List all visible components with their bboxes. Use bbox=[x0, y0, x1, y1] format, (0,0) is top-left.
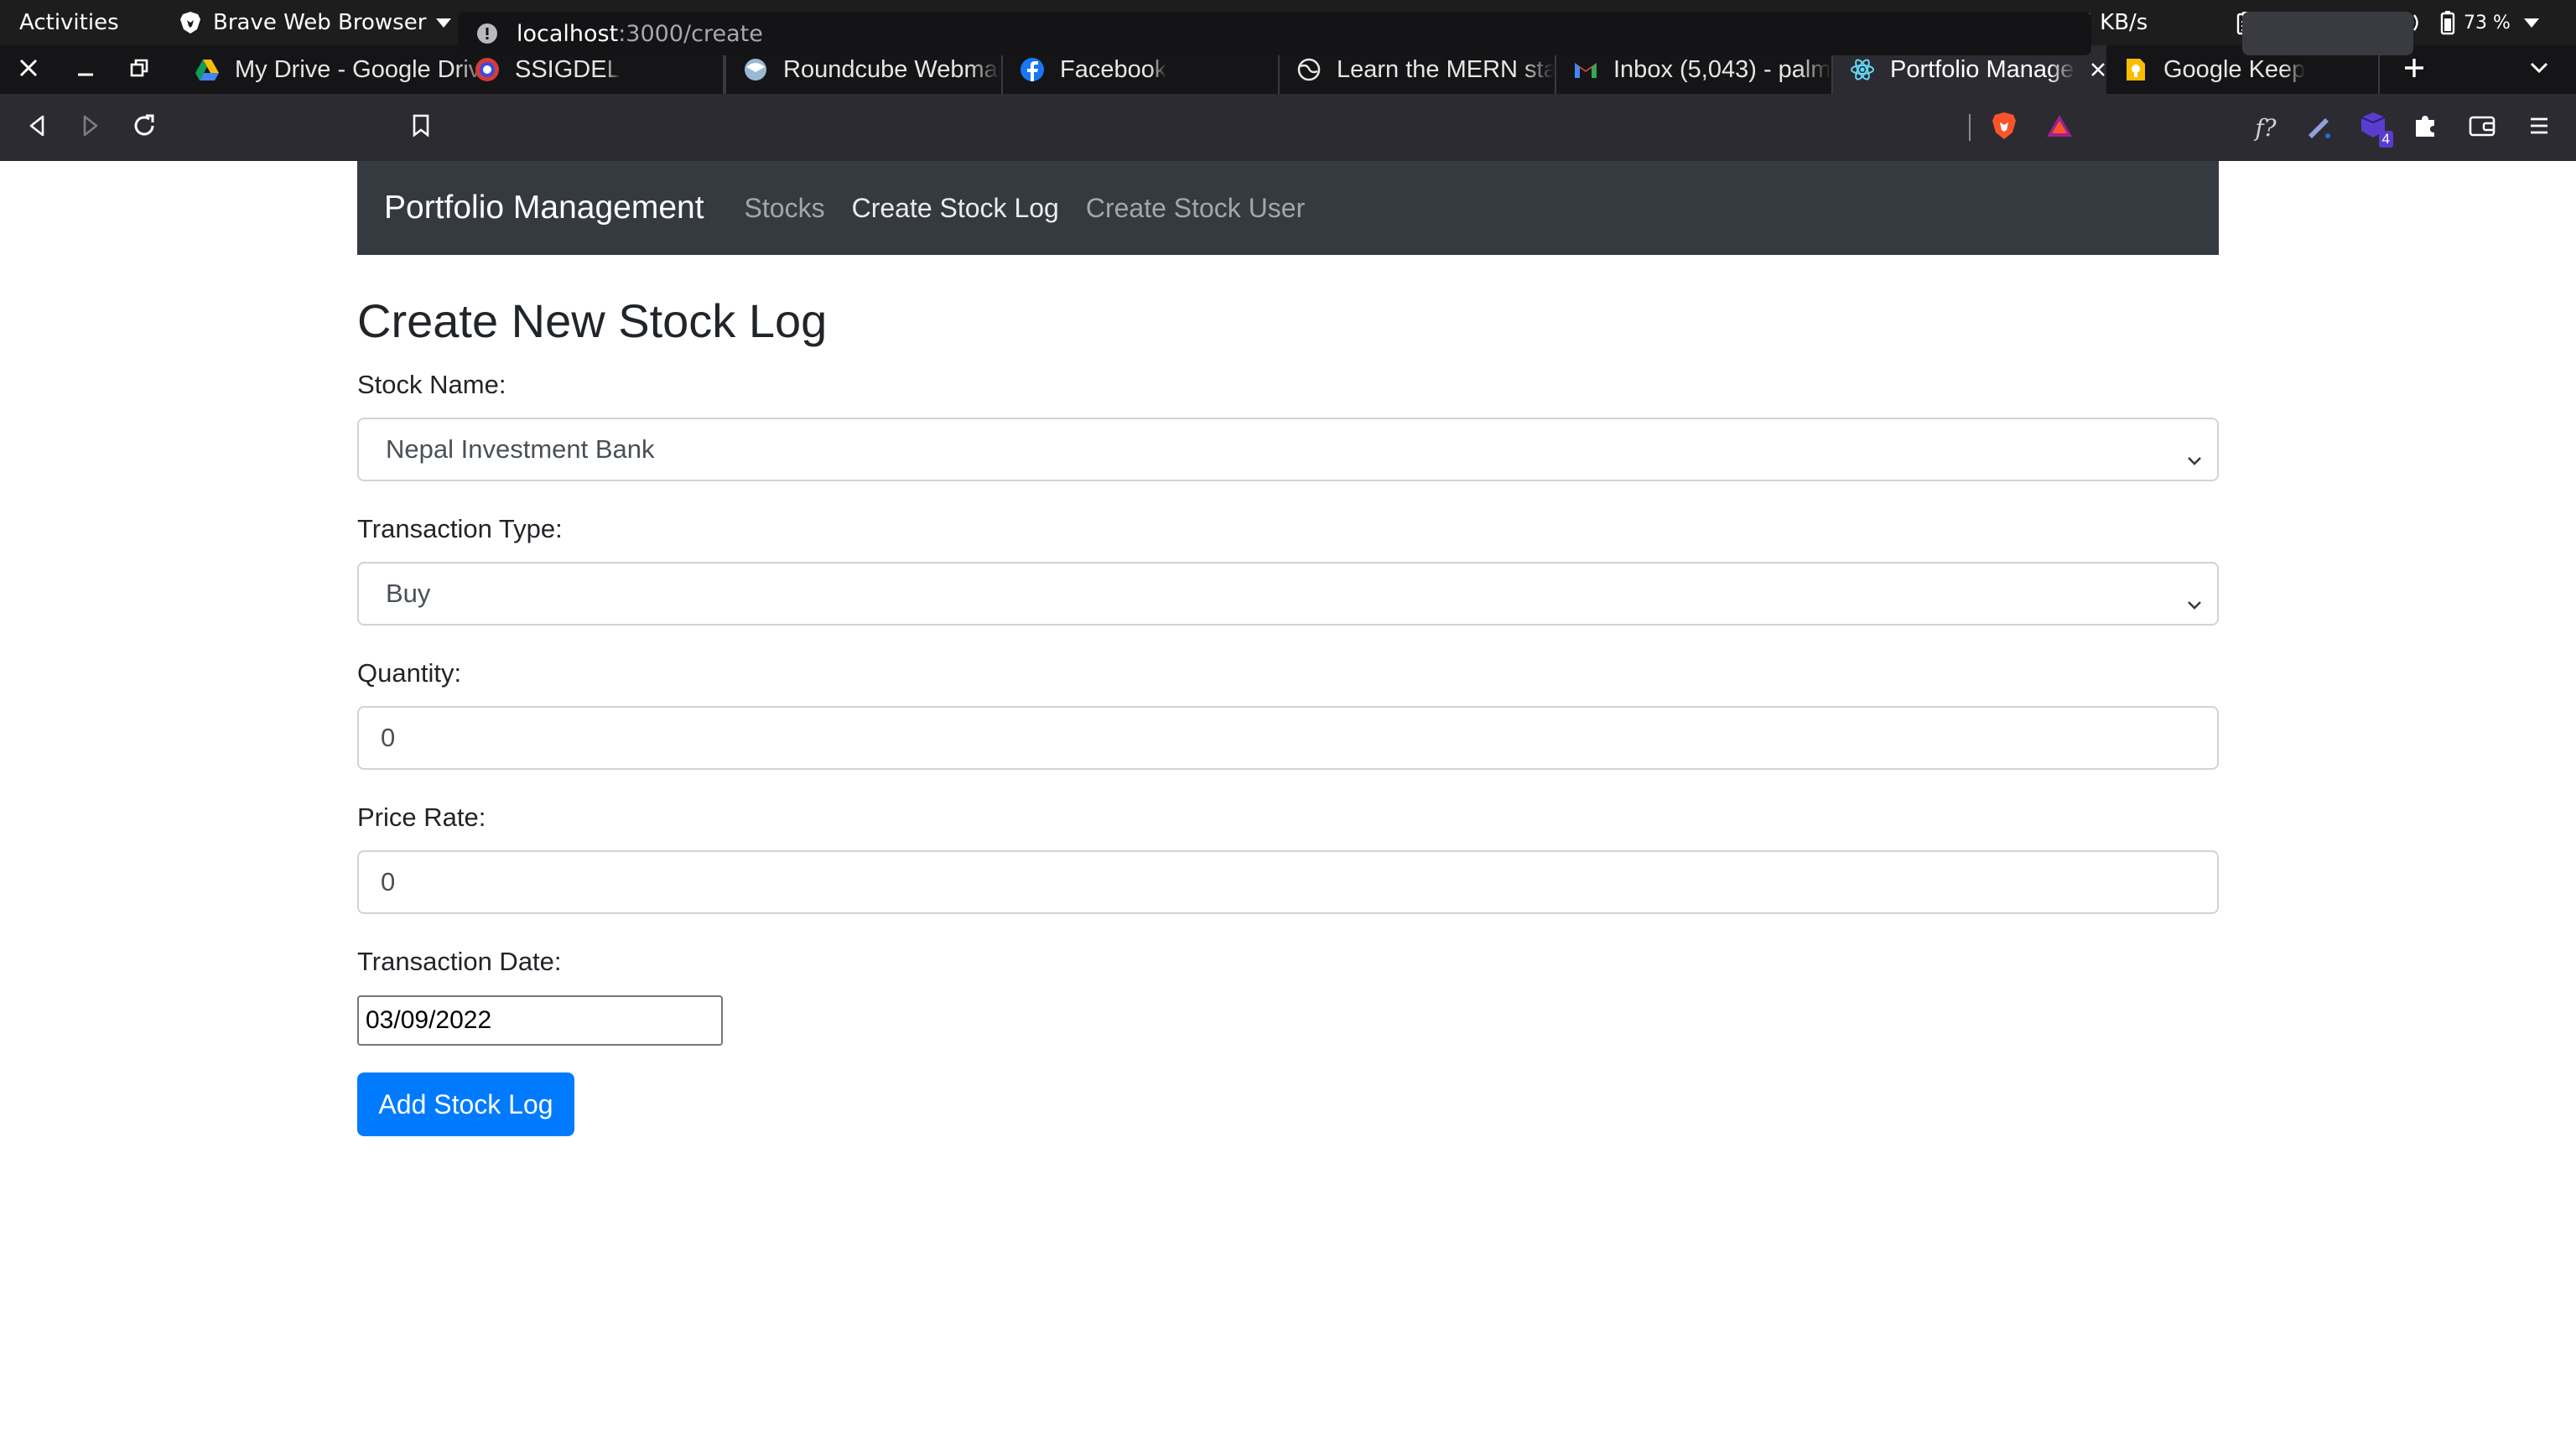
bookmark-icon bbox=[412, 114, 430, 142]
globe-icon bbox=[1296, 57, 1322, 82]
pen-icon bbox=[2305, 112, 2334, 144]
url-path: :3000/create bbox=[618, 20, 763, 47]
close-icon bbox=[2091, 63, 2105, 76]
formula-extension-button[interactable]: f? bbox=[2249, 94, 2283, 161]
back-arrow-icon bbox=[28, 115, 46, 141]
brave-lion-icon bbox=[179, 11, 201, 34]
site-info-icon[interactable] bbox=[476, 23, 498, 44]
address-divider bbox=[1969, 114, 1971, 141]
stock-name-label: Stock Name: bbox=[357, 370, 506, 399]
brave-rewards-icon bbox=[2045, 113, 2074, 143]
extensions-group bbox=[2242, 12, 2413, 55]
restore-icon bbox=[129, 58, 149, 82]
address-bar[interactable]: localhost:3000/create bbox=[458, 12, 2091, 55]
puzzle-icon bbox=[2412, 113, 2438, 143]
price-rate-input[interactable]: 0 bbox=[357, 850, 2219, 914]
brave-shields-icon bbox=[1992, 112, 2017, 144]
forward-button[interactable] bbox=[72, 94, 109, 161]
stock-name-select[interactable]: Nepal Investment Bank bbox=[357, 418, 2219, 481]
quantity-label: Quantity: bbox=[357, 658, 462, 688]
tab-title: Google Keep bbox=[2163, 55, 2306, 83]
gmail-icon bbox=[1573, 57, 1598, 82]
nav-link-create-stock-log[interactable]: Create Stock Log bbox=[852, 193, 1059, 224]
restore-window-button[interactable] bbox=[122, 45, 156, 94]
navbar-brand[interactable]: Portfolio Management bbox=[384, 190, 704, 226]
badge-extension-button[interactable]: 4 bbox=[2356, 94, 2393, 161]
stock-name-value: Nepal Investment Bank bbox=[386, 434, 655, 464]
react-icon bbox=[1850, 57, 1875, 82]
page-title: Create New Stock Log bbox=[357, 294, 828, 347]
battery-percent: 73 % bbox=[2464, 12, 2511, 34]
bookmark-button[interactable] bbox=[404, 94, 438, 161]
tab-search-button[interactable] bbox=[2524, 45, 2554, 94]
back-button[interactable] bbox=[18, 94, 55, 161]
close-icon bbox=[18, 58, 39, 82]
pen-extension-button[interactable] bbox=[2303, 94, 2336, 161]
chevron-down-icon bbox=[2187, 443, 2202, 473]
extensions-menu-button[interactable] bbox=[2408, 94, 2442, 161]
transaction-type-select[interactable]: Buy bbox=[357, 562, 2219, 626]
plus-icon bbox=[2403, 57, 2425, 83]
price-rate-label: Price Rate: bbox=[357, 802, 486, 832]
reload-button[interactable] bbox=[126, 94, 163, 161]
tab-title: Learn the MERN stack bbox=[1337, 55, 1555, 83]
reload-icon bbox=[132, 113, 157, 143]
wallet-button[interactable] bbox=[2465, 94, 2499, 161]
transaction-type-label: Transaction Type: bbox=[357, 514, 563, 543]
quantity-value: 0 bbox=[381, 723, 396, 752]
transaction-date-value: 03/09/2022 bbox=[366, 1006, 492, 1034]
transaction-date-input[interactable]: 03/09/2022 bbox=[357, 995, 723, 1046]
tab-title: SSIGDEL bbox=[515, 55, 621, 83]
minimize-window-button[interactable] bbox=[69, 45, 102, 94]
ssigdel-icon bbox=[475, 57, 500, 82]
quantity-input[interactable]: 0 bbox=[357, 706, 2219, 770]
function-icon: f? bbox=[2255, 113, 2277, 142]
tab-title: Portfolio Management bbox=[1890, 55, 2076, 83]
app-menu[interactable]: Brave Web Browser bbox=[179, 0, 452, 45]
price-rate-value: 0 bbox=[381, 867, 396, 896]
nav-link-stocks[interactable]: Stocks bbox=[745, 193, 825, 224]
transaction-date-label: Transaction Date: bbox=[357, 947, 562, 976]
google-drive-icon bbox=[195, 57, 220, 82]
hamburger-menu-icon bbox=[2528, 116, 2550, 140]
nav-link-create-stock-user[interactable]: Create Stock User bbox=[1086, 193, 1305, 224]
tab-close-button[interactable] bbox=[2090, 61, 2106, 78]
brave-rewards-button[interactable] bbox=[2043, 94, 2076, 161]
chevron-down-icon bbox=[2523, 18, 2539, 28]
google-keep-icon bbox=[2123, 57, 2148, 82]
battery-icon bbox=[2440, 10, 2455, 35]
chevron-down-icon bbox=[436, 18, 452, 28]
facebook-icon bbox=[1020, 57, 1045, 82]
forward-arrow-icon bbox=[81, 115, 100, 141]
extension-badge: 4 bbox=[2378, 131, 2393, 148]
activities-button[interactable]: Activities bbox=[19, 0, 119, 45]
tab-title: My Drive - Google Drive bbox=[235, 55, 495, 83]
url-host: localhost bbox=[517, 20, 619, 47]
main-menu-button[interactable] bbox=[2522, 94, 2556, 161]
tab-title: Facebook bbox=[1060, 55, 1167, 83]
transaction-type-value: Buy bbox=[386, 579, 431, 608]
brave-shields-button[interactable] bbox=[1987, 94, 2021, 161]
minimize-icon bbox=[75, 58, 96, 82]
roundcube-icon bbox=[743, 57, 768, 82]
close-window-button[interactable] bbox=[12, 45, 45, 94]
app-navbar: Portfolio Management Stocks Create Stock… bbox=[357, 161, 2219, 255]
wallet-icon bbox=[2469, 114, 2496, 142]
chevron-down-icon bbox=[2187, 587, 2202, 617]
tab-title: Inbox (5,043) - palm bbox=[1613, 55, 1831, 83]
tab-title: Roundcube Webmail bbox=[783, 55, 1001, 83]
app-menu-label: Brave Web Browser bbox=[213, 10, 427, 35]
chevron-down-icon bbox=[2530, 62, 2548, 78]
add-stock-log-button[interactable]: Add Stock Log bbox=[357, 1072, 574, 1136]
cube-icon: 4 bbox=[2358, 111, 2393, 148]
browser-toolbar bbox=[0, 94, 2576, 161]
